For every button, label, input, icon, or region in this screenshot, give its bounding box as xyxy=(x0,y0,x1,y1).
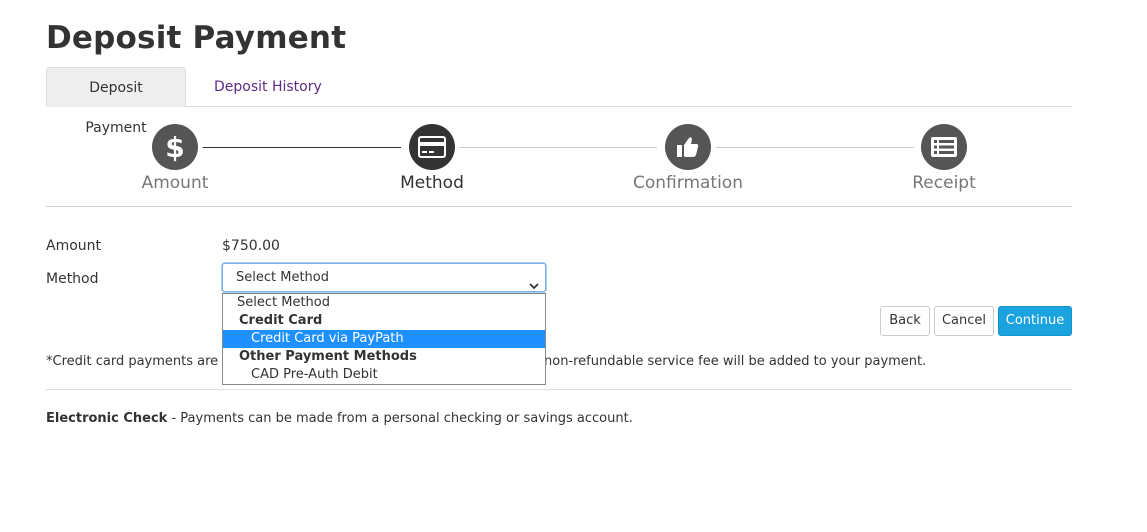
electronic-check-title: Electronic Check xyxy=(46,411,168,426)
credit-card-note: *Credit card payments are h ce. A non-ref… xyxy=(46,354,1072,369)
dropdown-group-other-methods: Other Payment Methods xyxy=(239,349,417,364)
method-label: Method xyxy=(46,271,99,287)
step-confirmation: Confirmation xyxy=(598,120,778,193)
tab-deposit-payment[interactable]: Deposit Payment xyxy=(46,67,186,136)
step-label: Confirmation xyxy=(633,173,743,193)
electronic-check-text: - Payments can be made from a personal c… xyxy=(167,411,633,426)
method-select[interactable]: Select Method xyxy=(222,263,546,292)
step-amount: $ Amount xyxy=(85,120,265,193)
tab-bar: Deposit Payment Deposit History xyxy=(46,67,1072,136)
dropdown-option-cad-pre-auth-debit[interactable]: CAD Pre-Auth Debit xyxy=(223,366,545,384)
list-icon xyxy=(921,124,967,170)
method-select-value: Select Method xyxy=(236,270,329,285)
step-label: Receipt xyxy=(912,173,976,193)
divider xyxy=(46,389,1072,390)
svg-text:$: $ xyxy=(165,132,184,162)
thumbs-up-icon xyxy=(665,124,711,170)
dollar-icon: $ xyxy=(152,124,198,170)
page-title: Deposit Payment xyxy=(46,20,347,56)
credit-card-icon xyxy=(409,124,455,170)
dropdown-option-placeholder[interactable]: Select Method xyxy=(223,294,545,312)
back-button[interactable]: Back xyxy=(880,306,930,336)
cancel-button[interactable]: Cancel xyxy=(934,306,994,336)
tab-deposit-history[interactable]: Deposit History xyxy=(200,67,336,107)
credit-card-note-start: *Credit card payments are h xyxy=(46,354,231,369)
continue-button[interactable]: Continue xyxy=(998,306,1072,336)
dropdown-group-credit-card: Credit Card xyxy=(239,313,323,328)
method-dropdown: Select Method Credit Card Credit Card vi… xyxy=(222,293,546,385)
electronic-check-note: Electronic Check - Payments can be made … xyxy=(46,411,633,426)
step-label: Amount xyxy=(141,173,209,193)
step-receipt: Receipt xyxy=(854,120,1034,193)
amount-label: Amount xyxy=(46,238,102,254)
step-method: Method xyxy=(342,120,522,193)
progress-steps: $ Amount Method Confirmation Receipt xyxy=(46,120,1072,207)
amount-value: $750.00 xyxy=(222,238,280,254)
dropdown-option-credit-card-paypath[interactable]: Credit Card via PayPath xyxy=(223,330,545,348)
credit-card-note-end: ce. A non-refundable service fee will be… xyxy=(507,354,927,369)
step-label: Method xyxy=(400,173,464,193)
